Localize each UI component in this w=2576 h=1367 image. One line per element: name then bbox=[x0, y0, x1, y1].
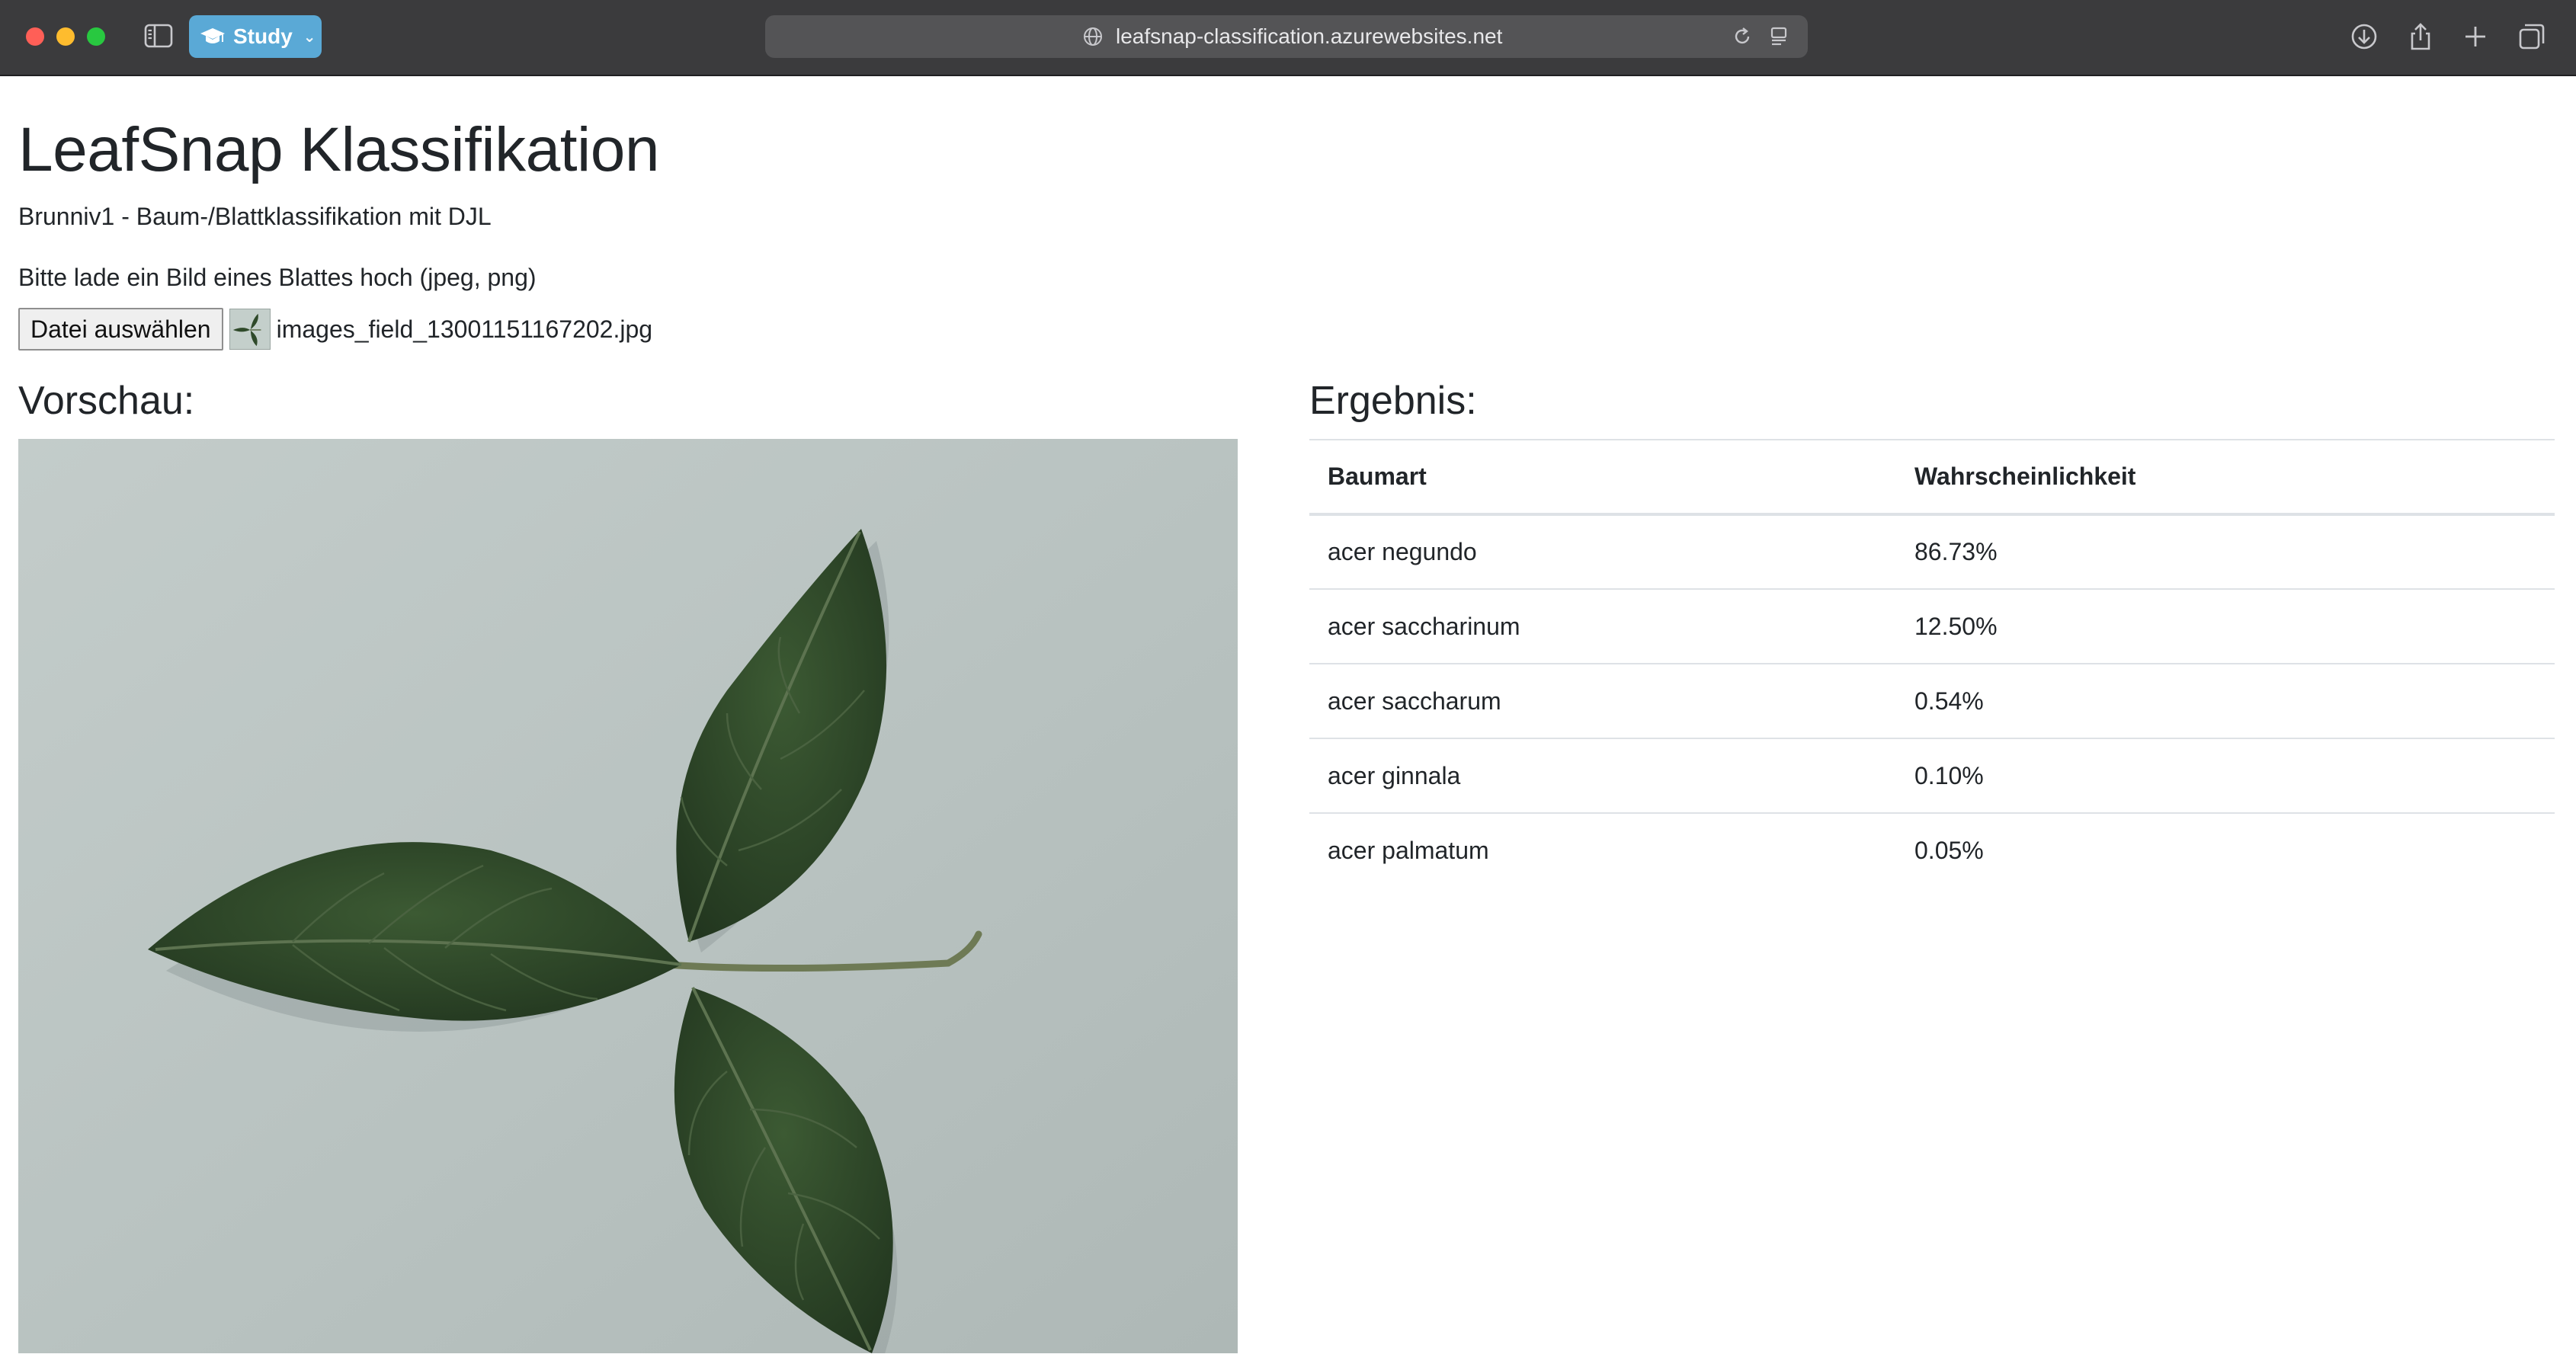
url-text: leafsnap-classification.azurewebsites.ne… bbox=[1116, 24, 1503, 48]
probability-cell: 86.73% bbox=[1896, 514, 2555, 589]
table-header-row: Baumart Wahrscheinlichkeit bbox=[1309, 439, 2555, 516]
minimize-window-button[interactable] bbox=[56, 27, 75, 46]
graduation-cap-icon bbox=[200, 28, 225, 43]
species-cell: acer negundo bbox=[1309, 514, 1896, 589]
table-row: acer palmatum 0.05% bbox=[1309, 812, 2555, 888]
chevron-down-icon: ⌄ bbox=[303, 28, 316, 46]
browser-toolbar: Study ⌄ leafsnap-classification.azureweb… bbox=[0, 0, 2576, 76]
page-subtitle: Brunniv1 - Baum-/Blattklassifikation mit… bbox=[18, 203, 492, 230]
preview-heading: Vorschau: bbox=[18, 379, 195, 423]
result-heading: Ergebnis: bbox=[1309, 379, 1477, 423]
upload-instruction: Bitte lade ein Bild eines Blattes hoch (… bbox=[18, 264, 537, 291]
zoom-window-button[interactable] bbox=[87, 27, 105, 46]
globe-icon bbox=[1084, 27, 1102, 46]
close-window-button[interactable] bbox=[26, 27, 44, 46]
probability-cell: 0.05% bbox=[1896, 812, 2555, 888]
file-upload: Datei auswählen images_field_13001151167… bbox=[18, 308, 652, 351]
table-row: acer ginnala 0.10% bbox=[1309, 738, 2555, 813]
reader-icon[interactable] bbox=[1768, 26, 1789, 47]
profile-button[interactable]: Study ⌄ bbox=[189, 15, 322, 58]
probability-cell: 12.50% bbox=[1896, 588, 2555, 664]
probability-cell: 0.54% bbox=[1896, 663, 2555, 738]
probability-cell: 0.10% bbox=[1896, 738, 2555, 813]
table-row: acer negundo 86.73% bbox=[1309, 514, 2555, 589]
reload-icon[interactable] bbox=[1732, 26, 1753, 47]
species-cell: acer palmatum bbox=[1309, 812, 1896, 888]
column-header-species: Baumart bbox=[1309, 439, 1896, 516]
selected-file-name: images_field_13001151167202.jpg bbox=[276, 315, 653, 343]
column-header-probability: Wahrscheinlichkeit bbox=[1896, 439, 2555, 516]
address-bar[interactable]: leafsnap-classification.azurewebsites.ne… bbox=[765, 15, 1808, 58]
leaf-preview-image bbox=[18, 439, 1238, 1353]
species-cell: acer saccharum bbox=[1309, 663, 1896, 738]
species-cell: acer ginnala bbox=[1309, 738, 1896, 813]
download-icon[interactable] bbox=[2349, 21, 2379, 52]
share-icon[interactable] bbox=[2405, 21, 2436, 52]
choose-file-button[interactable]: Datei auswählen bbox=[18, 308, 223, 351]
profile-label: Study bbox=[233, 24, 293, 48]
file-thumbnail bbox=[229, 309, 271, 350]
page-title: LeafSnap Klassifikation bbox=[18, 115, 659, 184]
table-row: acer saccharum 0.54% bbox=[1309, 663, 2555, 738]
sidebar-icon[interactable] bbox=[143, 23, 174, 49]
new-tab-icon[interactable] bbox=[2460, 21, 2491, 52]
tab-overview-icon[interactable] bbox=[2517, 21, 2547, 52]
result-table: Baumart Wahrscheinlichkeit acer negundo … bbox=[1309, 439, 2555, 888]
species-cell: acer saccharinum bbox=[1309, 588, 1896, 664]
table-row: acer saccharinum 12.50% bbox=[1309, 588, 2555, 664]
